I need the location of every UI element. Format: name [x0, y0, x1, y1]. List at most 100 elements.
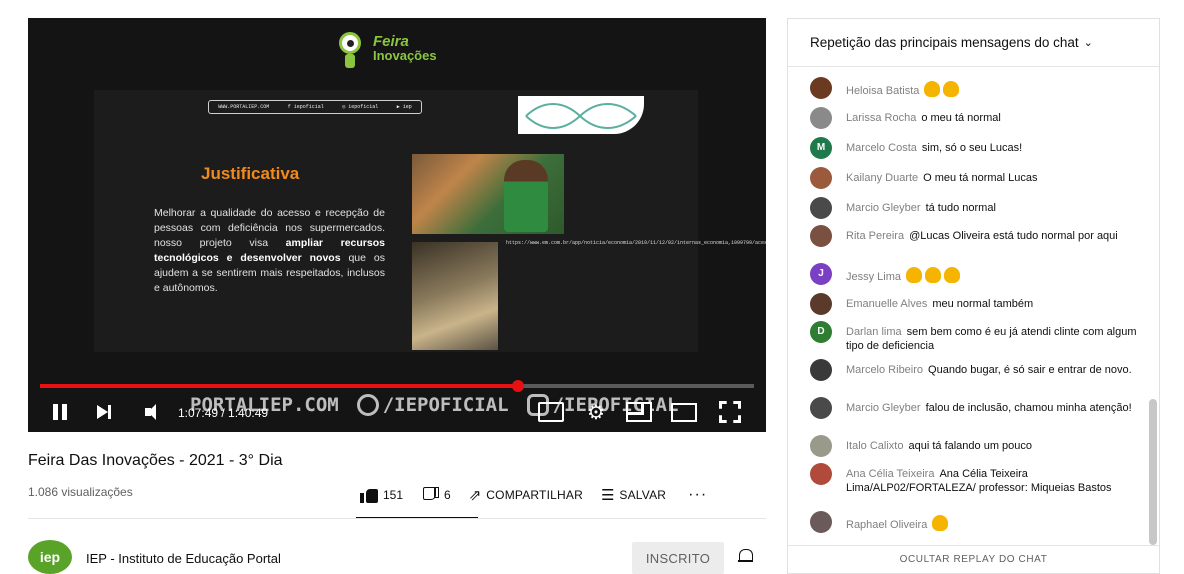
chat-text: meu normal também: [932, 298, 1034, 310]
chat-text: Quando bugar, é só sair e entrar de novo…: [928, 364, 1132, 376]
chat-mode-selector[interactable]: Repetição das principais mensagens do ch…: [788, 19, 1159, 67]
share-icon: ⇗: [468, 487, 482, 504]
chevron-down-icon: ⌄: [1083, 37, 1093, 49]
avatar[interactable]: [810, 225, 832, 247]
chat-message: Marcelo Ribeiro Quando bugar, é só sair e…: [810, 359, 1140, 381]
chat-text: o meu tá normal: [921, 112, 1001, 124]
event-logo: Feira Inovações: [333, 30, 437, 68]
chat-author[interactable]: Marcio Gleyber: [846, 202, 921, 214]
progress-scrubber[interactable]: [512, 380, 525, 392]
presentation-slide: WWW.PORTALIEP.COM f iepoficial ◎ iepofic…: [94, 90, 766, 352]
divider: [28, 518, 766, 519]
share-button[interactable]: ⇗ COMPARTILHAR: [469, 486, 583, 504]
share-label: COMPARTILHAR: [486, 488, 583, 502]
chat-message: Rita Pereira @Lucas Oliveira está tudo no…: [810, 225, 1140, 247]
volume-icon[interactable]: [138, 400, 162, 424]
clapping-hands-icon: [906, 267, 923, 283]
chat-text: tá tudo normal: [925, 202, 996, 214]
chat-text: sim, só o seu Lucas!: [921, 142, 1023, 154]
miniplayer-icon[interactable]: [626, 400, 652, 424]
avatar[interactable]: [810, 397, 832, 419]
chat-message: Emanuelle Alves meu normal também: [810, 293, 1140, 315]
progress-played: [40, 384, 519, 388]
logo-line-1: Feira: [373, 33, 409, 50]
chat-author[interactable]: Emanuelle Alves: [846, 298, 927, 310]
chat-author[interactable]: Darlan lima: [846, 326, 902, 338]
avatar[interactable]: [810, 435, 832, 457]
chat-author[interactable]: Ana Célia Teixeira: [846, 468, 934, 480]
chat-author[interactable]: Rita Pereira: [846, 230, 904, 242]
chat-header-label: Repetição das principais mensagens do ch…: [810, 35, 1079, 50]
avatar[interactable]: [810, 197, 832, 219]
clapping-hands-icon: [943, 81, 960, 97]
chat-message: Heloisa Batista: [810, 77, 1140, 99]
subtitles-icon[interactable]: [538, 400, 564, 424]
more-options-icon[interactable]: ···: [688, 486, 707, 504]
chat-message-list[interactable]: Heloisa Batista Larissa Rocha o meu tá nor…: [788, 69, 1146, 547]
chat-author[interactable]: Marcelo Costa: [846, 142, 917, 154]
save-button[interactable]: ☰ SALVAR: [601, 486, 666, 504]
dislike-button[interactable]: 6: [421, 487, 451, 503]
chat-author[interactable]: Jessy Lima: [846, 271, 901, 283]
avatar[interactable]: [810, 107, 832, 129]
thumbs-down-icon: [421, 487, 440, 503]
video-player[interactable]: Feira Inovações WWW.PORTALIEP.COM f iepo…: [28, 18, 766, 432]
like-count: 151: [383, 488, 404, 502]
avatar[interactable]: [810, 77, 832, 99]
chat-author[interactable]: Marcio Gleyber: [846, 402, 921, 414]
chat-text: O meu tá normal Lucas: [923, 172, 1038, 184]
slide-title: Justificativa: [201, 164, 300, 183]
avatar[interactable]: J: [810, 263, 832, 285]
pause-icon[interactable]: [48, 400, 72, 424]
chat-message: Marcio Gleyber falou de inclusão, chamou …: [810, 397, 1140, 419]
chat-message: Ana Célia Teixeira Ana Célia Teixeira Lim…: [810, 463, 1140, 495]
theater-mode-icon[interactable]: [671, 400, 697, 424]
supermarket-photo: [412, 154, 564, 234]
progress-bar[interactable]: [40, 380, 754, 392]
avatar[interactable]: D: [810, 321, 832, 343]
avatar[interactable]: [810, 511, 832, 533]
chat-author[interactable]: Raphael Oliveira: [846, 519, 927, 531]
chat-message: D Darlan lima sem bem como é eu já atendi …: [810, 321, 1140, 353]
view-count: 1.086 visualizações: [28, 485, 133, 499]
mascot-logo-icon: [333, 30, 369, 68]
avatar[interactable]: [810, 359, 832, 381]
channel-name[interactable]: IEP - Instituto de Educação Portal: [86, 551, 281, 566]
chat-message: Marcio Gleyber tá tudo normal: [810, 197, 1140, 219]
aisle-photo: [412, 242, 498, 350]
chat-author[interactable]: Heloisa Batista: [846, 85, 919, 97]
chat-message: Larissa Rocha o meu tá normal: [810, 107, 1140, 129]
time-display: 1:07:49 / 1:40:49: [178, 406, 269, 420]
clapping-hands-icon: [944, 267, 961, 283]
fullscreen-icon[interactable]: [718, 400, 742, 424]
next-icon[interactable]: [92, 400, 116, 424]
slide-wave-graphic: [518, 96, 644, 134]
avatar[interactable]: [810, 167, 832, 189]
clapping-hands-icon: [925, 267, 942, 283]
photo-caption: https://www.em.com.br/app/noticia/econom…: [506, 240, 766, 246]
chat-author[interactable]: Kailany Duarte: [846, 172, 918, 184]
chat-author[interactable]: Marcelo Ribeiro: [846, 364, 923, 376]
video-frame[interactable]: Feira Inovações WWW.PORTALIEP.COM f iepo…: [28, 18, 766, 432]
hide-chat-replay-button[interactable]: OCULTAR REPLAY DO CHAT: [788, 545, 1159, 573]
avatar[interactable]: M: [810, 137, 832, 159]
chat-replay-panel: Repetição das principais mensagens do ch…: [787, 18, 1160, 574]
avatar[interactable]: [810, 293, 832, 315]
avatar[interactable]: [810, 463, 832, 485]
subscribed-button[interactable]: INSCRITO: [632, 542, 724, 574]
clapping-hands-icon: [924, 81, 941, 97]
gear-icon[interactable]: ⚙: [584, 400, 608, 424]
channel-avatar[interactable]: iep: [28, 540, 72, 574]
video-actions: 151 6 ⇗ COMPARTILHAR ☰ SALVAR ···: [360, 484, 707, 506]
chat-author[interactable]: Italo Calixto: [846, 440, 903, 452]
playlist-add-icon: ☰: [600, 487, 615, 504]
chat-scrollbar[interactable]: [1149, 399, 1157, 545]
like-button[interactable]: 151: [360, 487, 403, 503]
chat-author[interactable]: Larissa Rocha: [846, 112, 916, 124]
chat-message: M Marcelo Costa sim, só o seu Lucas!: [810, 137, 1140, 159]
chat-message: Italo Calixto aqui tá falando um pouco: [810, 435, 1140, 457]
bell-icon[interactable]: [738, 548, 753, 564]
video-title: Feira Das Inovações - 2021 - 3° Dia: [28, 452, 283, 469]
thumbs-up-icon: [360, 487, 378, 503]
slide-body: Melhorar a qualidade do acesso e recepçã…: [154, 207, 385, 294]
